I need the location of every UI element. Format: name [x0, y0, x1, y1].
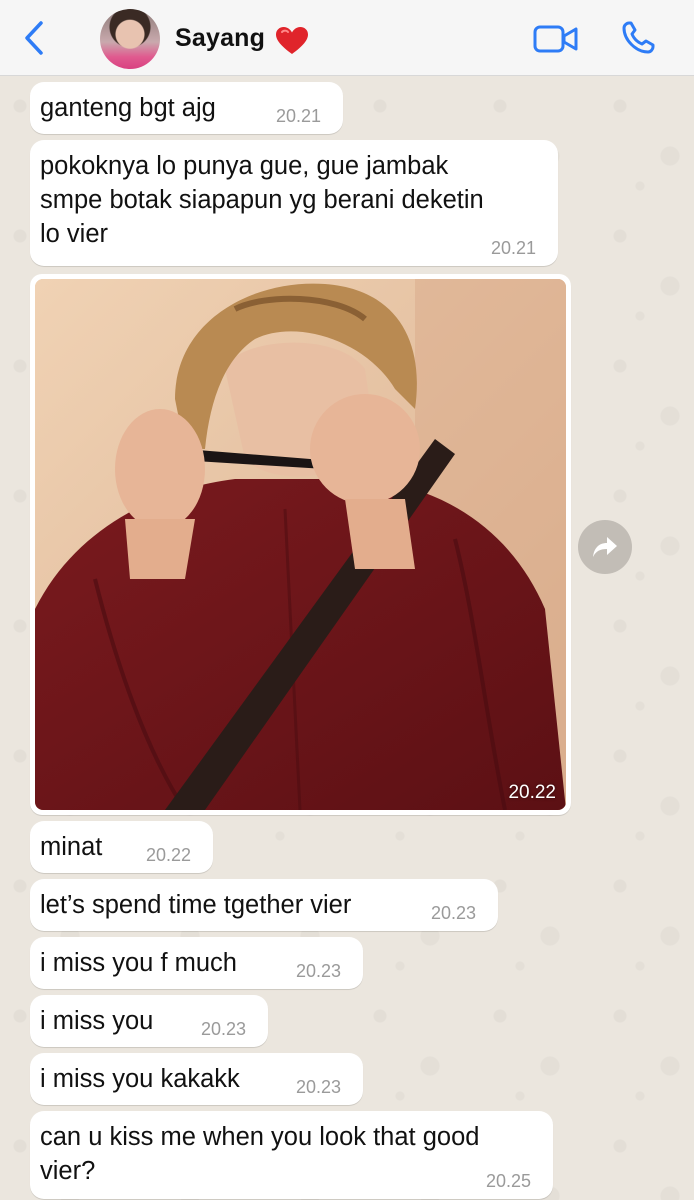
- message-text: i miss you f much: [40, 949, 237, 977]
- message-bubble[interactable]: can u kiss me when you look that good vi…: [30, 1111, 553, 1199]
- message-text: can u kiss me when you look that good vi…: [40, 1123, 480, 1185]
- photo-time: 20.22: [508, 782, 556, 803]
- message-text: i miss you kakakk: [40, 1065, 240, 1093]
- avatar[interactable]: [100, 9, 160, 69]
- back-button[interactable]: [14, 18, 54, 58]
- message-time: 20.23: [296, 1077, 342, 1097]
- message-text: minat: [40, 833, 103, 861]
- red-heart-icon: [276, 27, 308, 54]
- photo-image[interactable]: 20.22: [35, 279, 566, 810]
- message-bubble[interactable]: pokoknya lo punya gue, gue jambak smpe b…: [30, 140, 558, 266]
- message-text: i miss you: [40, 1007, 154, 1035]
- phone-icon[interactable]: [620, 20, 656, 56]
- photo-message[interactable]: 20.22: [30, 274, 571, 815]
- message-text: pokoknya lo punya gue, gue jambak smpe b…: [40, 152, 484, 248]
- message-time: 20.25: [486, 1171, 532, 1191]
- message-time: 20.21: [276, 106, 322, 126]
- message-bubble[interactable]: i miss you kakakk 20.23: [30, 1053, 363, 1105]
- message-bubble[interactable]: minat 20.22: [30, 821, 213, 873]
- contact-name[interactable]: Sayang: [175, 24, 265, 53]
- message-text: ganteng bgt ajg: [40, 94, 216, 122]
- message-time: 20.23: [431, 903, 477, 923]
- message-text: let’s spend time tgether vier: [40, 891, 352, 919]
- message-bubble[interactable]: let’s spend time tgether vier 20.23: [30, 879, 498, 931]
- message-bubble[interactable]: i miss you f much 20.23: [30, 937, 363, 989]
- video-call-icon[interactable]: [533, 22, 579, 56]
- chevron-left-icon: [25, 21, 43, 55]
- message-time: 20.22: [146, 845, 192, 865]
- message-time: 20.23: [296, 961, 342, 981]
- forward-arrow-icon: [593, 537, 617, 557]
- message-bubble[interactable]: i miss you 20.23: [30, 995, 268, 1047]
- message-time: 20.23: [201, 1019, 247, 1039]
- photo-illustration: [35, 279, 566, 810]
- message-bubble[interactable]: ganteng bgt ajg 20.21: [30, 82, 343, 134]
- message-time: 20.21: [491, 238, 537, 258]
- forward-button[interactable]: [578, 520, 632, 574]
- chat-header: Sayang: [0, 0, 694, 76]
